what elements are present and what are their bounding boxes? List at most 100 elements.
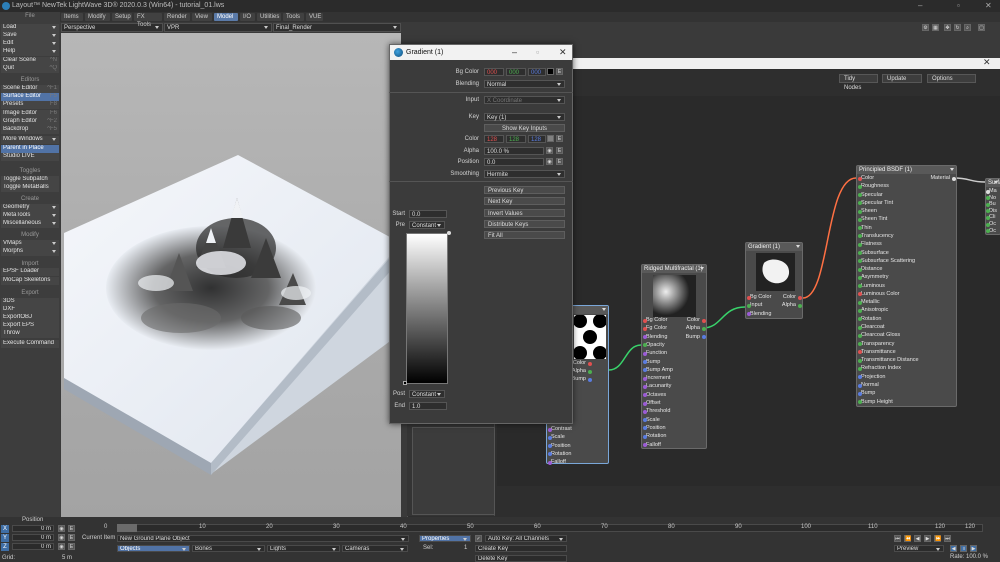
envelope-button[interactable]: E: [68, 534, 75, 541]
port-sheen-tint[interactable]: Sheen Tint: [858, 216, 887, 223]
tab-items[interactable]: Items: [61, 13, 83, 21]
port-socket-icon[interactable]: [858, 267, 862, 272]
tidy-nodes-button[interactable]: Tidy Nodes: [839, 74, 878, 91]
port-offset[interactable]: Offset: [643, 400, 661, 407]
alpha-eye-icon[interactable]: ◉: [546, 147, 553, 154]
tab-utilities[interactable]: Utilities: [257, 13, 281, 21]
port-oc[interactable]: Oc: [986, 228, 1000, 235]
bg-color-swatch[interactable]: [547, 68, 554, 75]
port-subsurface[interactable]: Subsurface: [858, 250, 889, 257]
port-rotation[interactable]: Rotation: [858, 316, 882, 323]
menu-toggle-metaballs[interactable]: Toggle MetaBalls: [1, 184, 59, 192]
tab-fx-tools[interactable]: FX Tools: [134, 13, 162, 28]
menu-help[interactable]: Help: [1, 48, 59, 56]
port-socket-icon[interactable]: [858, 242, 862, 247]
position-x-field[interactable]: 0 m: [12, 525, 54, 532]
port-socket-icon[interactable]: [858, 209, 862, 214]
port-socket-icon[interactable]: [643, 443, 647, 447]
position-envelope-button[interactable]: E: [556, 158, 563, 165]
distribute-keys-button[interactable]: Distribute Keys: [484, 219, 565, 228]
port-falloff[interactable]: Falloff: [643, 442, 661, 449]
port-transmittance-distance[interactable]: Transmittance Distance: [858, 357, 919, 364]
port-blending[interactable]: Blending: [643, 334, 667, 341]
step-forward-icon[interactable]: ⏩: [934, 535, 941, 542]
pause-button[interactable]: ॥: [960, 545, 967, 552]
position-eye-icon[interactable]: ◉: [546, 158, 553, 165]
play-back-button[interactable]: ◀: [950, 545, 957, 552]
port-socket-icon[interactable]: [798, 295, 802, 300]
position-z-field[interactable]: 0 m: [12, 543, 54, 550]
menu-exportobj[interactable]: ExportOBJ: [1, 314, 59, 322]
tab-render[interactable]: Render: [164, 13, 190, 21]
objects-select[interactable]: Objects: [117, 545, 190, 552]
port-bump-height[interactable]: Bump Height: [858, 399, 893, 406]
cameras-select[interactable]: Cameras: [342, 545, 408, 552]
port-transparency[interactable]: Transparency: [858, 341, 894, 348]
port-position[interactable]: Position: [643, 425, 666, 432]
port-falloff[interactable]: Falloff: [548, 459, 566, 466]
port-socket-icon[interactable]: [548, 427, 552, 432]
node-ridged-title[interactable]: Ridged Multifractal (1): [642, 265, 706, 273]
port-bump[interactable]: Bump: [643, 359, 660, 366]
port-thin[interactable]: Thin: [858, 225, 872, 232]
port-socket-icon[interactable]: [858, 366, 862, 371]
menu-epsf-loader[interactable]: EPSF Loader: [1, 268, 59, 276]
smoothing-select[interactable]: Hermite: [484, 170, 565, 178]
position-field[interactable]: 0.0: [484, 158, 544, 166]
port-socket-icon[interactable]: [858, 275, 862, 280]
menu-dxf[interactable]: DXF: [1, 306, 59, 314]
port-socket-icon[interactable]: [858, 308, 862, 313]
tab-setup[interactable]: Setup: [112, 13, 132, 21]
eye-icon[interactable]: ◉: [58, 525, 65, 532]
color-green-field[interactable]: 128: [506, 135, 526, 143]
port-socket-icon[interactable]: [952, 176, 956, 181]
port-socket-icon[interactable]: [643, 376, 647, 381]
start-field[interactable]: 0.0: [409, 210, 447, 218]
port-socket-icon[interactable]: [588, 361, 592, 366]
eye-icon[interactable]: ◉: [58, 543, 65, 550]
port-socket-icon[interactable]: [643, 318, 647, 323]
menu-3ds[interactable]: 3DS: [1, 298, 59, 306]
skip-end-icon[interactable]: ⏭: [944, 535, 951, 542]
port-distance[interactable]: Distance: [858, 266, 882, 273]
port-socket-icon[interactable]: [798, 303, 802, 308]
port-metallic[interactable]: Metallic: [858, 299, 880, 306]
auto-key-select[interactable]: Auto Key: All Channels: [485, 535, 567, 542]
port-socket-icon[interactable]: [548, 435, 552, 440]
node-principled-title[interactable]: Principled BSDF (1): [857, 166, 956, 174]
bg-color-blue-field[interactable]: 000: [528, 68, 546, 76]
port-socket-icon[interactable]: [643, 384, 647, 389]
skip-start-icon[interactable]: ⏮: [894, 535, 901, 542]
menu-presets[interactable]: Presets F8: [1, 101, 59, 109]
port-roughness[interactable]: Roughness: [858, 183, 889, 190]
menu-quit[interactable]: Quit ^Q: [1, 65, 59, 73]
node-gradient-title[interactable]: Gradient (1): [746, 243, 802, 251]
post-behavior-select[interactable]: Constant: [409, 390, 445, 398]
menu-more-windows[interactable]: More Windows: [1, 136, 59, 144]
port-opacity[interactable]: Opacity: [643, 342, 665, 349]
port-color[interactable]: Color: [783, 294, 802, 301]
port-color[interactable]: Color: [573, 360, 592, 367]
gradient-maximize-icon[interactable]: ▫: [536, 45, 539, 60]
delete-key-button[interactable]: Delete Key: [475, 555, 567, 562]
menu-execute-command[interactable]: Execute Command: [1, 340, 59, 348]
show-key-inputs-button[interactable]: Show Key Inputs: [484, 124, 565, 132]
color-swatch[interactable]: [547, 135, 554, 142]
lights-select[interactable]: Lights: [267, 545, 340, 552]
input-select[interactable]: X Coordinate: [484, 96, 565, 104]
port-refraction-index[interactable]: Refraction Index: [858, 365, 901, 372]
update-button[interactable]: Update: [882, 74, 922, 83]
preview-select[interactable]: Preview: [894, 545, 944, 552]
port-flatness[interactable]: Flatness: [858, 241, 882, 248]
tab-tools[interactable]: Tools: [283, 13, 304, 21]
menu-surface-editor[interactable]: Surface Editor F5: [1, 93, 59, 101]
port-socket-icon[interactable]: [643, 434, 647, 439]
port-socket-icon[interactable]: [643, 326, 647, 331]
port-socket-icon[interactable]: [858, 358, 862, 363]
port-translucency[interactable]: Translucency: [858, 233, 894, 240]
menu-export-eps[interactable]: Export EPS: [1, 322, 59, 330]
menu-save[interactable]: Save: [1, 32, 59, 40]
menu-load[interactable]: Load: [1, 24, 59, 32]
port-clearcoat-gloss[interactable]: Clearcoat Gloss: [858, 332, 900, 339]
timeline-slider[interactable]: [117, 524, 137, 532]
